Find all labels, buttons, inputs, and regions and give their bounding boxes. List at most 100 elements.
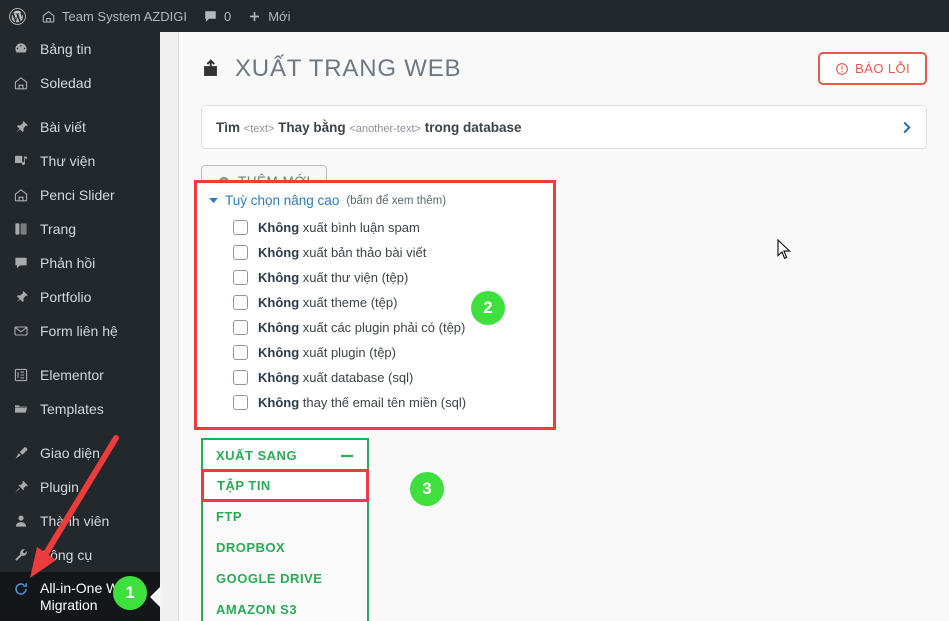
sidebar-item-appearance[interactable]: Giao diện xyxy=(0,436,160,470)
sidebar-item-dashboard[interactable]: Bảng tin xyxy=(0,32,160,66)
admin-sidebar: Bảng tin Soledad Bài viết Thư viện Penci… xyxy=(0,32,160,621)
advanced-option-label: Không xuất bản thảo bài viết xyxy=(258,245,427,260)
advanced-option-label: Không xuất plugin (tệp) xyxy=(258,345,396,360)
comment-icon xyxy=(203,9,218,24)
advanced-options-title: Tuỳ chọn nâng cao xyxy=(225,193,340,208)
sidebar-item-portfolio[interactable]: Portfolio xyxy=(0,280,160,314)
comments-menu[interactable]: 0 xyxy=(195,0,239,32)
sidebar-item-contact-form[interactable]: Form liên hệ xyxy=(0,314,160,348)
export-option-ftp[interactable]: FTP xyxy=(203,501,367,532)
export-option-file[interactable]: TẬP TIN xyxy=(201,469,369,502)
page-icon xyxy=(11,221,31,237)
sidebar-item-label: Penci Slider xyxy=(40,187,115,203)
plus-icon xyxy=(247,9,262,24)
sidebar-item-label: Thư viện xyxy=(40,153,96,169)
step-badge-number: 1 xyxy=(125,583,135,602)
export-to-header[interactable]: XUẤT SANG xyxy=(203,440,367,470)
caret-down-icon xyxy=(209,197,218,204)
main-content: XUẤT TRANG WEB BÁO LỖI Tìm <text> Thay b… xyxy=(178,32,949,621)
advanced-option-row[interactable]: Không xuất thư viện (tệp) xyxy=(209,265,541,290)
report-error-label: BÁO LỖI xyxy=(855,61,910,76)
sidebar-item-plugins[interactable]: Plugin xyxy=(0,470,160,504)
site-name-menu[interactable]: Team System AZDIGI xyxy=(33,0,195,32)
advanced-option-label: Không xuất thư viện (tệp) xyxy=(258,270,409,285)
export-to-label: XUẤT SANG xyxy=(216,448,298,463)
advanced-options-hint: (bấm để xem thêm) xyxy=(346,194,447,207)
chevron-right-icon[interactable] xyxy=(901,120,912,135)
sidebar-separator xyxy=(0,348,160,358)
sidebar-item-label: Portfolio xyxy=(40,289,92,305)
sidebar-item-penci-slider[interactable]: Penci Slider xyxy=(0,178,160,212)
sidebar-item-label: Bài viết xyxy=(40,119,86,135)
checkbox-no-must-use-plugins[interactable] xyxy=(233,320,248,335)
step-badge-number: 3 xyxy=(422,479,432,498)
screen: Team System AZDIGI 0 Mới Bảng tin Soleda… xyxy=(0,0,949,621)
step-badge-number: 2 xyxy=(483,298,493,317)
wordpress-logo-icon[interactable] xyxy=(0,0,33,32)
exclamation-circle-icon xyxy=(835,62,849,76)
page-title: XUẤT TRANG WEB xyxy=(201,55,461,83)
export-icon xyxy=(201,57,224,80)
site-name-label: Team System AZDIGI xyxy=(62,8,187,24)
export-to-dropdown: XUẤT SANG TẬP TIN FTP DROPBOX GOOGLE DRI… xyxy=(201,438,369,621)
dashboard-icon xyxy=(11,41,31,57)
page-header: XUẤT TRANG WEB BÁO LỖI xyxy=(179,32,949,89)
sidebar-item-soledad[interactable]: Soledad xyxy=(0,66,160,100)
replace-value-tag[interactable]: <another-text> xyxy=(349,123,421,135)
sidebar-item-media[interactable]: Thư viện xyxy=(0,144,160,178)
find-replace-row[interactable]: Tìm <text> Thay bằng <another-text> tron… xyxy=(201,105,927,149)
checkbox-no-plugins[interactable] xyxy=(233,345,248,360)
export-option-amazon-s3[interactable]: AMAZON S3 xyxy=(203,594,367,621)
sidebar-item-users[interactable]: Thành viên xyxy=(0,504,160,538)
brush-icon xyxy=(11,445,31,461)
sidebar-item-label: Elementor xyxy=(40,367,104,383)
sidebar-item-tools[interactable]: Công cụ xyxy=(0,538,160,572)
new-content-label: Mới xyxy=(268,8,291,24)
advanced-option-row[interactable]: Không thay thế email tên miền (sql) xyxy=(209,390,541,415)
sidebar-item-label: Thành viên xyxy=(40,513,110,529)
checkbox-no-database[interactable] xyxy=(233,370,248,385)
checkbox-no-post-revisions[interactable] xyxy=(233,245,248,260)
new-content-menu[interactable]: Mới xyxy=(239,0,298,32)
sidebar-item-elementor[interactable]: Elementor xyxy=(0,358,160,392)
checkbox-no-media[interactable] xyxy=(233,270,248,285)
export-option-label: GOOGLE DRIVE xyxy=(216,571,323,586)
advanced-option-row[interactable]: Không xuất bình luận spam xyxy=(209,215,541,240)
sidebar-separator xyxy=(0,100,160,110)
sidebar-item-templates[interactable]: Templates xyxy=(0,392,160,426)
advanced-option-label: Không xuất các plugin phải có (tệp) xyxy=(258,320,466,335)
advanced-option-row[interactable]: Không xuất plugin (tệp) xyxy=(209,340,541,365)
page-title-text: XUẤT TRANG WEB xyxy=(235,54,462,82)
sidebar-item-posts[interactable]: Bài viết xyxy=(0,110,160,144)
find-label: Tìm xyxy=(216,119,241,135)
export-option-google-drive[interactable]: GOOGLE DRIVE xyxy=(203,563,367,594)
export-option-dropbox[interactable]: DROPBOX xyxy=(203,532,367,563)
sidebar-item-label: Giao diện xyxy=(40,445,100,461)
wrench-icon xyxy=(11,547,31,563)
report-error-button[interactable]: BÁO LỖI xyxy=(818,52,927,85)
minus-icon[interactable] xyxy=(340,453,354,459)
export-option-label: AMAZON S3 xyxy=(216,602,298,617)
find-value-tag[interactable]: <text> xyxy=(244,123,275,135)
checkbox-no-email-replace[interactable] xyxy=(233,395,248,410)
advanced-option-label: Không xuất bình luận spam xyxy=(258,220,420,235)
step-badge-3: 3 xyxy=(410,472,444,506)
advanced-option-row[interactable]: Không xuất bản thảo bài viết xyxy=(209,240,541,265)
sidebar-item-label: Form liên hệ xyxy=(40,323,118,339)
advanced-options-toggle[interactable]: Tuỳ chọn nâng cao (bấm để xem thêm) xyxy=(209,193,541,208)
home-icon xyxy=(11,187,31,203)
step-badge-2: 2 xyxy=(471,291,505,325)
sidebar-item-pages[interactable]: Trang xyxy=(0,212,160,246)
sidebar-item-label: Bảng tin xyxy=(40,41,92,57)
advanced-option-row[interactable]: Không xuất database (sql) xyxy=(209,365,541,390)
find-replace-suffix: trong database xyxy=(424,119,522,135)
home-icon xyxy=(11,75,31,91)
comment-count: 0 xyxy=(223,8,232,24)
sidebar-item-comments[interactable]: Phản hồi xyxy=(0,246,160,280)
pin-icon xyxy=(11,289,31,305)
plug-icon xyxy=(11,479,31,495)
checkbox-no-spam-comments[interactable] xyxy=(233,220,248,235)
checkbox-no-themes[interactable] xyxy=(233,295,248,310)
mail-icon xyxy=(11,323,31,339)
user-icon xyxy=(11,513,31,529)
